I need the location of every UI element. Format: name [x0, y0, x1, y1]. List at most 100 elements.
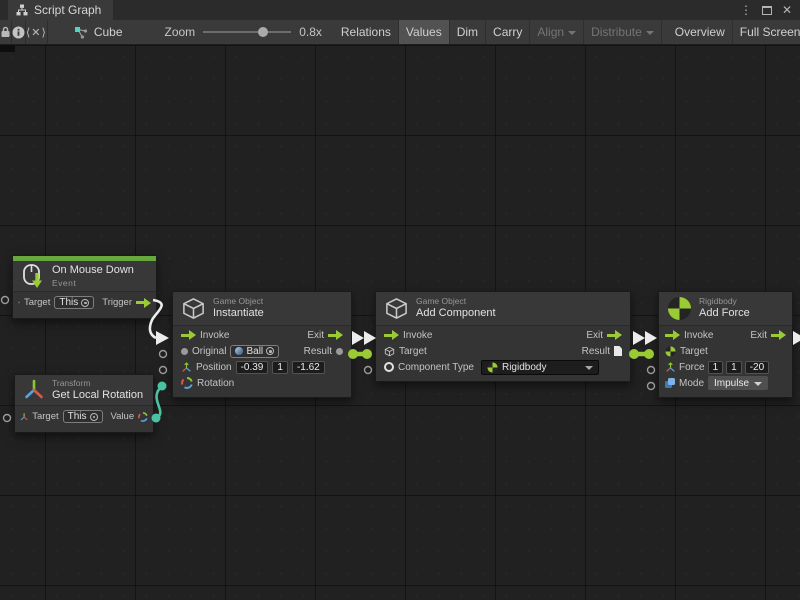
- object-picker-icon[interactable]: [81, 299, 89, 307]
- node-title: On Mouse Down: [52, 264, 134, 278]
- dim-button[interactable]: Dim: [450, 20, 486, 44]
- node-group: Game Object: [213, 296, 264, 307]
- port-label-rotation: Rotation: [197, 378, 234, 389]
- node-group: Game Object: [416, 296, 496, 307]
- port-label-target: Target: [399, 346, 427, 357]
- node-header: Rigidbody Add Force: [659, 292, 792, 325]
- invoke-input-port[interactable]: [665, 331, 680, 340]
- port-label-exit: Exit: [586, 330, 603, 341]
- lock-button[interactable]: [0, 20, 12, 44]
- node-group: Transform: [52, 378, 143, 389]
- ball-object-icon: [235, 347, 243, 355]
- node-header: Game Object Add Component: [376, 292, 630, 325]
- original-input-port[interactable]: [181, 348, 188, 355]
- node-add-force[interactable]: Rigidbody Add Force Invoke Exit Target: [658, 291, 793, 398]
- invoke-input-port[interactable]: [384, 331, 399, 340]
- carry-button[interactable]: Carry: [486, 20, 530, 44]
- exit-output-port[interactable]: [607, 331, 622, 340]
- node-header: Transform Get Local Rotation: [15, 375, 153, 405]
- rotation-icon: [181, 377, 193, 389]
- node-title: Instantiate: [213, 307, 264, 321]
- component-type-input-port[interactable]: [384, 362, 394, 372]
- node-group: Rigidbody: [699, 296, 750, 307]
- force-mode-icon: [665, 378, 675, 388]
- rigidbody-icon: [667, 296, 692, 321]
- graph-tab-icon: [16, 4, 28, 16]
- info-icon: [12, 26, 25, 39]
- graph-name: Cube: [94, 25, 123, 39]
- transform-icon: [20, 412, 28, 422]
- component-type-dropdown[interactable]: Rigidbody: [481, 360, 599, 375]
- toolbar: ⟨✕⟩ Cube Zoom 0.8x Relations Values Dim …: [0, 20, 800, 45]
- node-header: On Mouse Down Event: [13, 261, 156, 291]
- zoom-value: 0.8x: [299, 25, 322, 39]
- port-label-exit: Exit: [750, 330, 767, 341]
- node-add-component[interactable]: Game Object Add Component Invoke Exit Ta…: [375, 291, 631, 382]
- relations-button[interactable]: Relations: [334, 20, 399, 44]
- position-z-field[interactable]: -1.62: [292, 361, 325, 374]
- object-picker-icon[interactable]: [90, 413, 98, 421]
- force-y-field[interactable]: 1: [726, 361, 742, 374]
- gameobject-icon: [181, 296, 206, 321]
- toolbar-toggles: Relations Values Dim Carry Align Distrib…: [334, 20, 800, 44]
- dropdown-caret-icon: [754, 382, 762, 386]
- node-get-local-rotation[interactable]: Transform Get Local Rotation Target This…: [14, 374, 154, 433]
- overview-button[interactable]: Overview: [668, 20, 733, 44]
- result-output-port[interactable]: [336, 348, 343, 355]
- transform-icon: [23, 379, 45, 401]
- position-icon: [181, 362, 192, 373]
- force-x-field[interactable]: 1: [708, 361, 724, 374]
- node-instantiate[interactable]: Game Object Instantiate Invoke Exit Orig…: [172, 291, 352, 398]
- close-icon[interactable]: ✕: [782, 3, 792, 17]
- dropdown-caret-icon: [585, 366, 593, 370]
- dropdown-caret-icon: [646, 31, 654, 35]
- target-value-chip[interactable]: This: [63, 410, 103, 423]
- lock-icon: [0, 26, 11, 38]
- tab-title: Script Graph: [34, 3, 101, 17]
- exit-output-port[interactable]: [771, 331, 786, 340]
- port-label-invoke: Invoke: [403, 330, 432, 341]
- gameobject-icon: [384, 346, 395, 357]
- rotation-output-port[interactable]: [138, 411, 148, 423]
- force-z-field[interactable]: -20: [745, 361, 769, 374]
- trigger-output-port[interactable]: [136, 298, 151, 307]
- zoom-control: Zoom 0.8x: [165, 20, 322, 44]
- port-label-target: Target: [32, 411, 58, 422]
- exit-output-port[interactable]: [328, 331, 343, 340]
- menu-icon[interactable]: ⋮: [740, 3, 752, 17]
- result-output-port[interactable]: [614, 346, 622, 356]
- position-y-field[interactable]: 1: [272, 361, 288, 374]
- object-picker-icon[interactable]: [266, 347, 274, 355]
- node-on-mouse-down[interactable]: On Mouse Down Event Target This Trigger: [12, 255, 157, 319]
- rigidbody-icon: [665, 346, 676, 357]
- window-controls: ⋮ ✕: [740, 0, 800, 20]
- port-label-trigger: Trigger: [102, 297, 132, 308]
- position-x-field[interactable]: -0.39: [236, 361, 269, 374]
- invoke-input-port[interactable]: [181, 331, 196, 340]
- zoom-slider[interactable]: [203, 27, 291, 37]
- node-title: Get Local Rotation: [52, 389, 143, 403]
- rigidbody-icon: [487, 362, 498, 373]
- port-label-invoke: Invoke: [684, 330, 713, 341]
- force-mode-dropdown[interactable]: Impulse: [708, 376, 768, 390]
- tab-script-graph[interactable]: Script Graph: [8, 0, 113, 20]
- original-value-chip[interactable]: Ball: [230, 345, 279, 358]
- port-label-force: Force: [679, 362, 705, 373]
- target-value-chip[interactable]: This: [54, 296, 94, 309]
- port-label-value: Value: [111, 411, 135, 422]
- values-button[interactable]: Values: [399, 20, 450, 44]
- value-inspector-toggle[interactable]: ⟨✕⟩: [26, 20, 48, 44]
- info-button[interactable]: [12, 20, 26, 44]
- fullscreen-button[interactable]: Full Screen: [733, 20, 800, 44]
- port-label-result: Result: [582, 346, 610, 357]
- force-vector-icon: [665, 362, 676, 373]
- port-label-target: Target: [24, 297, 50, 308]
- maximize-icon[interactable]: [762, 6, 772, 15]
- port-label-original: Original: [192, 346, 226, 357]
- port-label-target: Target: [680, 346, 708, 357]
- port-label-position: Position: [196, 362, 232, 373]
- align-button[interactable]: Align: [530, 20, 584, 44]
- distribute-button[interactable]: Distribute: [584, 20, 662, 44]
- graph-reference-button[interactable]: Cube: [60, 20, 137, 44]
- port-label-mode: Mode: [679, 378, 704, 389]
